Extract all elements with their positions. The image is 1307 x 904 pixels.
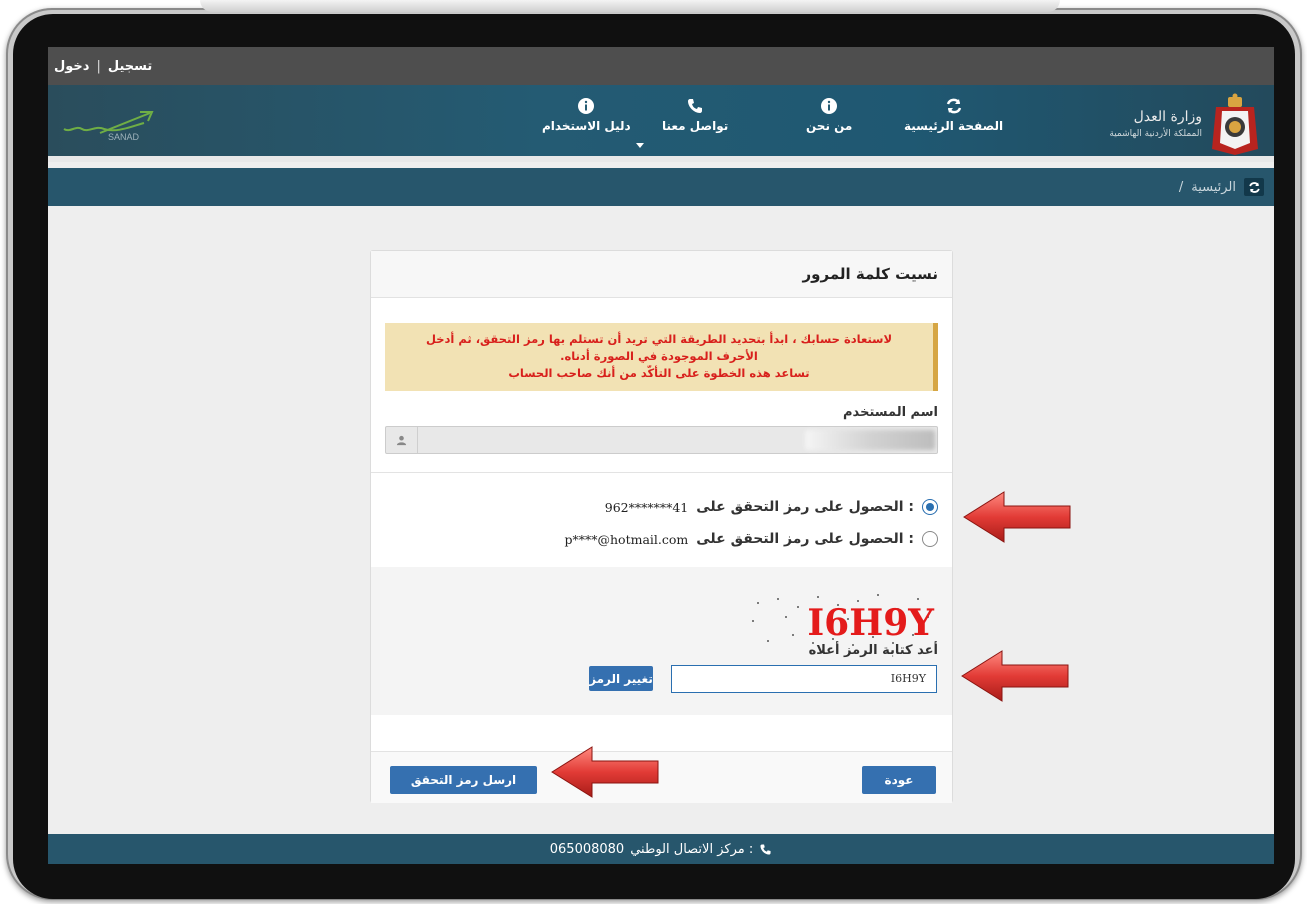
screen: دخول | تسجيل SANAD دليل الاستخدام تواصل …	[48, 47, 1274, 864]
username-redacted	[805, 430, 935, 450]
jordan-emblem-icon	[1212, 93, 1258, 155]
login-separator: |	[96, 58, 101, 74]
refresh-icon	[946, 98, 961, 114]
nav-user-guide-label: دليل الاستخدام	[542, 119, 631, 133]
option-phone-value: 962*******41	[604, 499, 689, 515]
top-login-bar: دخول | تسجيل	[48, 47, 1274, 85]
arrow-annotation-icon	[961, 650, 1069, 702]
option-phone-label: الحصول على رمز التحقق على :	[696, 499, 914, 515]
divider	[371, 472, 952, 473]
chevron-down-icon	[636, 143, 644, 148]
radio-phone[interactable]	[922, 499, 938, 515]
register-link[interactable]: تسجيل	[108, 59, 152, 74]
breadcrumb-home[interactable]: الرئيسية	[1191, 180, 1236, 195]
nav-contact-us-label: تواصل معنا	[662, 119, 729, 133]
captcha-input[interactable]: I6H9Y	[671, 665, 937, 693]
arrow-annotation-icon	[963, 491, 1071, 543]
alert-line-1: لاستعادة حسابك ، ابدأ بتحديد الطريقة الت…	[425, 332, 893, 346]
option-email-value: p****@hotmail.com	[564, 531, 689, 547]
option-email[interactable]: p****@hotmail.com الحصول على رمز التحقق …	[564, 528, 938, 550]
refresh-icon[interactable]	[1244, 178, 1264, 196]
card-title: نسيت كلمة المرور	[371, 251, 952, 298]
sanad-logo-text: SANAD	[108, 132, 140, 142]
nav-about-us-label: من نحن	[806, 119, 853, 133]
user-icon	[386, 427, 418, 453]
forgot-password-card: نسيت كلمة المرور لاستعادة حسابك ، ابدأ ب…	[370, 250, 953, 803]
nav-contact-us[interactable]: تواصل معنا	[662, 97, 728, 133]
phone-icon	[760, 843, 771, 855]
phone-icon	[688, 99, 703, 113]
breadcrumb-separator: /	[1178, 179, 1184, 195]
option-phone[interactable]: 962*******41 الحصول على رمز التحقق على :	[605, 496, 938, 518]
captcha-section: I6H9Y أعد كتابة الرمز أعلاه I6H9Y تغيير …	[371, 567, 952, 715]
arrow-annotation-icon	[551, 746, 659, 798]
instruction-alert: لاستعادة حسابك ، ابدأ بتحديد الطريقة الت…	[385, 323, 938, 391]
ministry-name: وزارة العدل	[1133, 109, 1202, 125]
sanad-logo[interactable]: SANAD	[60, 103, 170, 145]
back-button[interactable]: عودة	[862, 766, 936, 794]
username-label: اسم المستخدم	[843, 405, 938, 420]
nav-home-label: الصفحة الرئيسية	[904, 119, 1004, 133]
login-link[interactable]: دخول	[54, 59, 89, 74]
call-center-number[interactable]: 065008080	[550, 842, 624, 857]
change-code-button[interactable]: تغيير الرمز	[589, 666, 653, 691]
nav-about-us[interactable]: من نحن	[806, 97, 852, 133]
site-footer: 065008080 مركز الاتصال الوطني :	[48, 834, 1274, 864]
tablet-frame-top	[200, 0, 1060, 12]
site-header: SANAD دليل الاستخدام تواصل معنا من نحن ا…	[48, 85, 1274, 162]
option-email-label: الحصول على رمز التحقق على :	[696, 531, 914, 547]
captcha-text: I6H9Y	[807, 602, 935, 644]
call-center-label: مركز الاتصال الوطني :	[630, 841, 754, 857]
send-code-button[interactable]: ارسل رمز التحقق	[390, 766, 537, 794]
nav-user-guide[interactable]: دليل الاستخدام	[542, 97, 644, 148]
alert-line-3: تساعد هذه الخطوة على التأكّد من أنك صاحب…	[508, 366, 810, 380]
captcha-image: I6H9Y	[752, 594, 935, 646]
alert-line-2: الأحرف الموجودة في الصورة أدناه.	[560, 349, 758, 363]
ministry-logo[interactable]: وزارة العدل المملكة الأردنية الهاشمية	[1079, 89, 1264, 159]
info-icon	[578, 98, 595, 114]
ministry-subtitle: المملكة الأردنية الهاشمية	[1109, 129, 1202, 139]
captcha-label: أعد كتابة الرمز أعلاه	[808, 643, 938, 658]
nav-home[interactable]: الصفحة الرئيسية	[904, 97, 1003, 133]
radio-email[interactable]	[922, 531, 938, 547]
breadcrumb: / الرئيسية	[48, 168, 1274, 206]
info-icon	[821, 98, 838, 114]
username-field[interactable]	[385, 426, 938, 454]
